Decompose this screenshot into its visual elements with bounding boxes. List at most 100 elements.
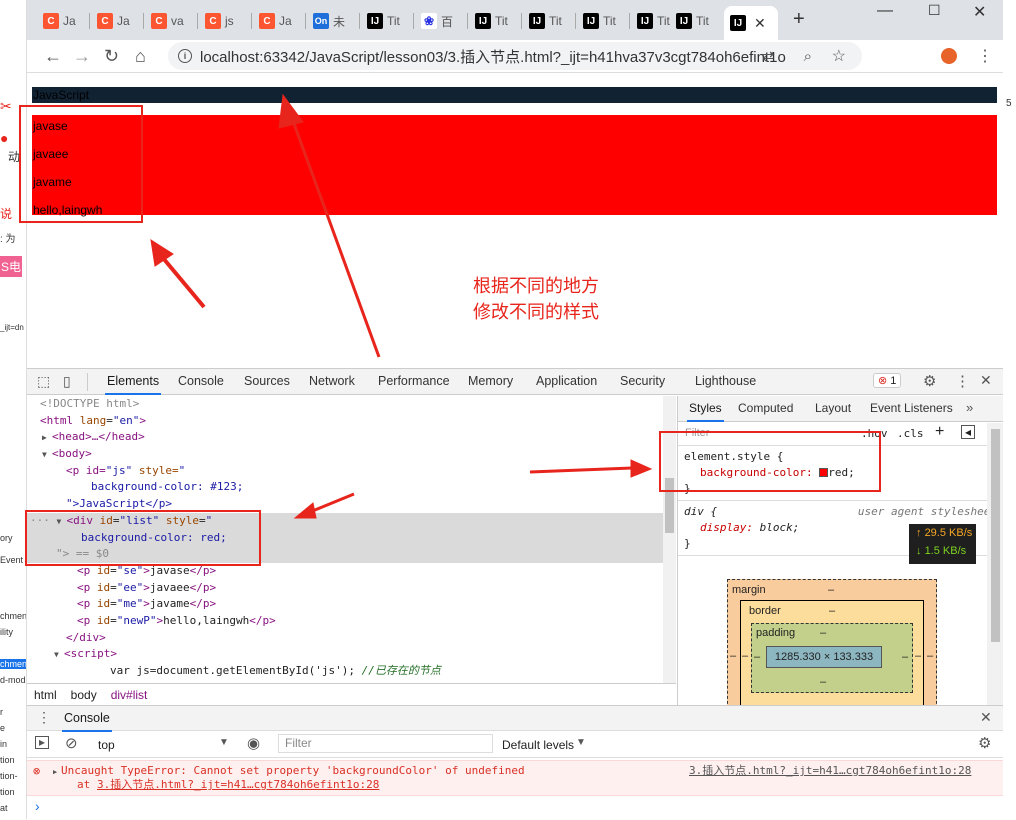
tab-application[interactable]: Application: [536, 374, 597, 388]
styles-scrollbar[interactable]: [987, 423, 1003, 705]
browser-tab[interactable]: Cva: [145, 9, 197, 33]
dom-node[interactable]: <html lang="en">: [27, 413, 676, 430]
console-sidebar-icon[interactable]: ▸: [35, 736, 49, 749]
more-tabs-icon[interactable]: »: [966, 400, 973, 415]
tab-label: js: [225, 14, 234, 28]
intellij-icon: IJ: [676, 13, 692, 29]
intellij-icon: IJ: [529, 13, 545, 29]
log-levels-dropdown[interactable]: Default levels: [502, 738, 574, 752]
browser-tab[interactable]: C Ja: [91, 9, 143, 33]
dom-node[interactable]: <p id="ee">javaee</p>: [27, 580, 676, 597]
box-model-diagram[interactable]: margin – – – border – – – padding – – – …: [727, 579, 937, 705]
clear-console-icon[interactable]: ⊘: [65, 734, 78, 752]
home-icon[interactable]: ⌂: [135, 46, 146, 67]
settings-gear-icon[interactable]: ⚙: [923, 372, 936, 390]
breadcrumb-item[interactable]: div#list: [111, 688, 148, 702]
box-model-padding-label: padding: [756, 627, 796, 639]
extension-icon[interactable]: [941, 48, 957, 64]
reload-icon[interactable]: ↻: [104, 46, 119, 67]
close-tab-icon[interactable]: ✕: [754, 15, 766, 32]
context-selector[interactable]: top: [98, 738, 115, 752]
tag-open: <p id=: [66, 463, 106, 477]
chevron-down-icon[interactable]: ▼: [576, 737, 586, 748]
dom-node[interactable]: </div>: [27, 630, 676, 647]
browser-tab[interactable]: C Ja: [37, 9, 89, 33]
browser-tab[interactable]: Cjs: [199, 9, 251, 33]
inspect-element-icon[interactable]: ⬚: [37, 373, 50, 390]
site-info-icon[interactable]: i: [178, 49, 192, 63]
browser-tab[interactable]: IJ Tit: [577, 9, 629, 33]
browser-tab[interactable]: On 未: [307, 9, 359, 33]
tab-console[interactable]: Console: [178, 374, 224, 388]
browser-tab[interactable]: C Ja: [253, 9, 305, 33]
text-node: hello,laingwh: [163, 613, 250, 627]
chevron-down-icon[interactable]: ▼: [219, 737, 229, 748]
drawer-menu-icon[interactable]: ⋮: [37, 709, 51, 726]
back-icon[interactable]: ←: [44, 46, 62, 67]
tab-computed[interactable]: Computed: [738, 401, 793, 415]
tab-sources[interactable]: Sources: [244, 374, 290, 388]
tab-lighthouse[interactable]: Lighthouse: [695, 374, 756, 388]
maximize-icon[interactable]: ☐: [928, 2, 941, 19]
console-filter-input[interactable]: Filter: [278, 734, 493, 753]
baidu-paw-icon: ❀: [421, 13, 437, 29]
tab-network[interactable]: Network: [309, 374, 355, 388]
dom-node[interactable]: <p id="newP">hello,laingwh</p>: [27, 613, 676, 630]
tab-label: va: [171, 14, 184, 28]
toggle-sidebar-icon[interactable]: ◂: [961, 425, 975, 439]
intellij-icon: IJ: [367, 13, 383, 29]
tab-security[interactable]: Security: [620, 374, 665, 388]
console-prompt-icon[interactable]: ›: [35, 798, 40, 814]
more-options-icon[interactable]: ⋮: [955, 372, 970, 390]
bookmark-star-icon[interactable]: ☆: [832, 46, 846, 66]
error-stack-link[interactable]: 3.插入节点.html?_ijt=h41…cgt784oh6efint1o:28: [97, 778, 379, 792]
collapse-triangle-icon[interactable]: ▼: [54, 647, 64, 664]
dom-node[interactable]: ▼ <body>: [27, 446, 676, 463]
active-browser-tab[interactable]: IJ ✕: [724, 6, 778, 40]
box-model-value: –: [820, 676, 827, 688]
tab-performance[interactable]: Performance: [378, 374, 450, 388]
div-list: javase javaee javame hello,laingwh: [32, 115, 997, 217]
new-tab-icon[interactable]: +: [793, 8, 805, 31]
dom-node[interactable]: ▶ <head>…</head>: [27, 429, 676, 446]
dom-node[interactable]: ▼ <script>: [27, 646, 676, 663]
expand-triangle-icon[interactable]: ▶: [53, 765, 57, 779]
url-text: localhost:63342/JavaScript/lesson03/3.插入…: [200, 48, 786, 66]
expand-triangle-icon[interactable]: ▶: [42, 430, 52, 447]
error-source-link[interactable]: 3.插入节点.html?_ijt=h41…cgt784oh6efint1o:28: [689, 764, 971, 778]
box-model-value: –: [820, 627, 827, 639]
tab-layout[interactable]: Layout: [815, 401, 851, 415]
device-toolbar-icon[interactable]: ▯: [63, 373, 71, 390]
close-drawer-icon[interactable]: ✕: [980, 709, 992, 726]
tab-event-listeners[interactable]: Event Listeners: [870, 401, 953, 415]
tab-console-drawer[interactable]: Console: [62, 711, 112, 732]
browser-tab[interactable]: IJ Tit: [469, 9, 521, 33]
dom-node[interactable]: <p id="me">javame</p>: [27, 596, 676, 613]
close-devtools-icon[interactable]: ✕: [980, 372, 992, 389]
browser-tab[interactable]: IJ Tit: [670, 9, 722, 33]
browser-tab[interactable]: IJ Tit: [361, 9, 413, 33]
address-bar[interactable]: i localhost:63342/JavaScript/lesson03/3.…: [168, 42, 862, 70]
live-expression-eye-icon[interactable]: ◉: [247, 734, 260, 752]
dom-node[interactable]: <p id="js" style=": [27, 463, 676, 480]
close-window-icon[interactable]: ✕: [973, 2, 986, 22]
dom-node[interactable]: <!DOCTYPE html>: [27, 396, 676, 413]
box-model-value: –: [730, 650, 737, 662]
minimize-icon[interactable]: —: [877, 2, 893, 20]
breadcrumb-item[interactable]: html: [34, 688, 57, 702]
browser-tab[interactable]: IJ Tit: [523, 9, 575, 33]
tab-memory[interactable]: Memory: [468, 374, 513, 388]
error-counter[interactable]: ⊗ 1: [873, 373, 902, 388]
zoom-icon[interactable]: ⌕: [804, 48, 812, 65]
breadcrumb-item[interactable]: body: [71, 688, 97, 702]
translate-icon[interactable]: ⇄: [762, 48, 774, 65]
new-rule-icon[interactable]: +: [935, 423, 944, 441]
tab-elements[interactable]: Elements: [104, 374, 162, 395]
browser-tab[interactable]: ❀ 百: [415, 9, 467, 33]
cls-toggle[interactable]: .cls: [897, 427, 924, 440]
collapse-triangle-icon[interactable]: ▼: [42, 447, 52, 464]
forward-icon[interactable]: →: [73, 46, 91, 67]
tab-styles[interactable]: Styles: [687, 401, 724, 422]
console-settings-gear-icon[interactable]: ⚙: [978, 734, 991, 752]
menu-icon[interactable]: ⋮: [977, 46, 993, 66]
